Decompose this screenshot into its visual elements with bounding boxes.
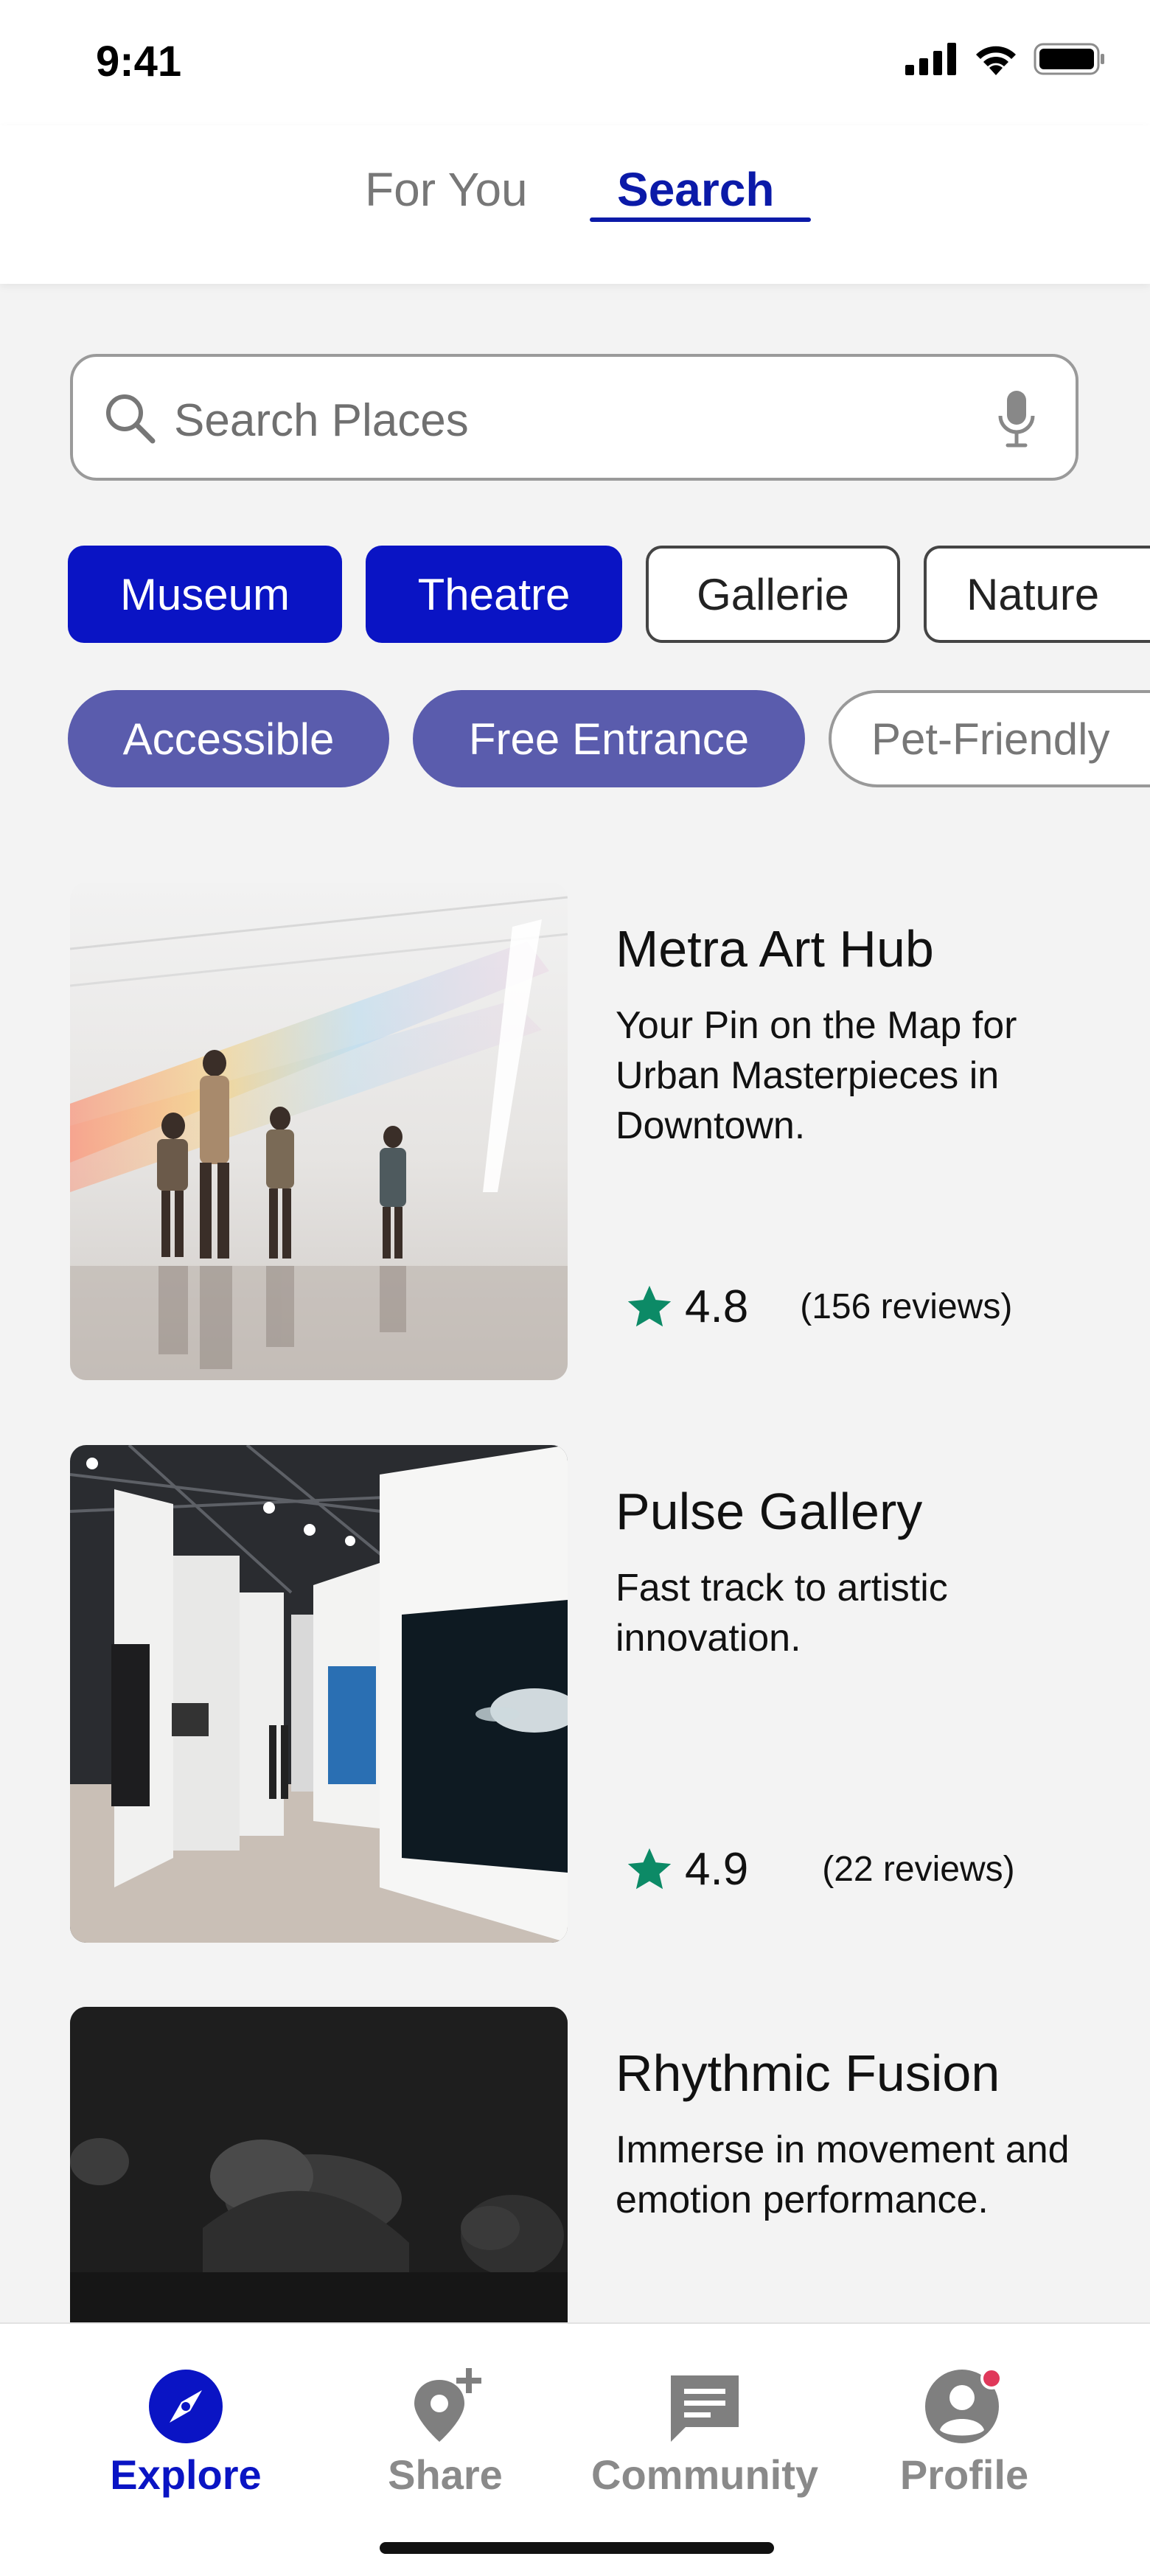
review-count: (156 reviews) <box>800 1287 1013 1326</box>
star-icon <box>627 1848 672 1889</box>
nav-label: Community <box>591 2451 818 2498</box>
search-icon <box>106 394 156 444</box>
review-count: (22 reviews) <box>822 1850 1015 1889</box>
active-tab-indicator <box>590 217 811 222</box>
place-card[interactable]: Metra Art Hub Your Pin on the Map for Ur… <box>70 883 1150 1380</box>
chip-accessible[interactable]: Accessible <box>68 690 389 787</box>
chip-nature[interactable]: Nature <box>924 546 1150 643</box>
nav-label: Profile <box>899 2451 1029 2498</box>
user-circle-icon <box>925 2368 1003 2443</box>
tab-search[interactable]: Search <box>617 162 774 217</box>
rating-value: 4.9 <box>685 1844 749 1895</box>
nav-community[interactable]: Community <box>587 2368 823 2499</box>
place-title: Metra Art Hub <box>616 920 934 978</box>
nav-explore[interactable]: Explore <box>68 2368 304 2499</box>
place-rating: 4.8 (156 reviews) <box>623 1281 1012 1333</box>
status-icons <box>905 43 1106 75</box>
place-title: Pulse Gallery <box>616 1483 923 1540</box>
chip-gallerie[interactable]: Gallerie <box>646 546 900 643</box>
cellular-signal-icon <box>905 43 956 75</box>
place-description: Fast track to artistic innovation. <box>616 1567 948 1660</box>
tab-for-you[interactable]: For You <box>365 162 528 217</box>
chip-pet-friendly[interactable]: Pet-Friendly <box>829 690 1150 787</box>
battery-icon <box>1034 43 1104 75</box>
search-bar[interactable] <box>70 354 1078 481</box>
place-image <box>70 883 568 1380</box>
place-rating: 4.9 (22 reviews) <box>623 1843 1015 1896</box>
place-image <box>70 2007 568 2322</box>
chip-museum[interactable]: Museum <box>68 546 342 643</box>
nav-share[interactable]: Share <box>327 2368 563 2499</box>
star-icon <box>627 1285 672 1326</box>
chip-theatre[interactable]: Theatre <box>366 546 622 643</box>
place-card[interactable]: Rhythmic Fusion Immerse in movement and … <box>70 2007 1150 2322</box>
notification-dot <box>980 2368 1003 2389</box>
place-image <box>70 1445 568 1943</box>
search-input[interactable] <box>172 386 913 454</box>
top-tab-bar: For You Search <box>0 125 1150 284</box>
bottom-nav: Explore Share Community Profile <box>0 2322 1150 2576</box>
location-plus-icon <box>414 2368 481 2442</box>
chat-icon <box>671 2375 739 2442</box>
microphone-icon[interactable] <box>994 388 1039 450</box>
home-indicator <box>380 2542 774 2554</box>
place-description: Your Pin on the Map for Urban Masterpiec… <box>616 1004 1017 1147</box>
place-title: Rhythmic Fusion <box>616 2044 1000 2102</box>
place-description: Immerse in movement and emotion performa… <box>616 2128 1070 2221</box>
place-card[interactable]: Pulse Gallery Fast track to artistic inn… <box>70 1445 1150 1943</box>
compass-icon <box>149 2370 223 2443</box>
wifi-icon <box>976 46 1016 75</box>
status-time: 9:41 <box>96 38 182 86</box>
chip-free-entrance[interactable]: Free Entrance <box>413 690 805 787</box>
rating-value: 4.8 <box>685 1281 749 1332</box>
status-bar: 9:41 <box>0 0 1150 125</box>
nav-label: Share <box>388 2451 503 2498</box>
nav-label: Explore <box>110 2451 262 2498</box>
nav-profile[interactable]: Profile <box>846 2368 1082 2499</box>
